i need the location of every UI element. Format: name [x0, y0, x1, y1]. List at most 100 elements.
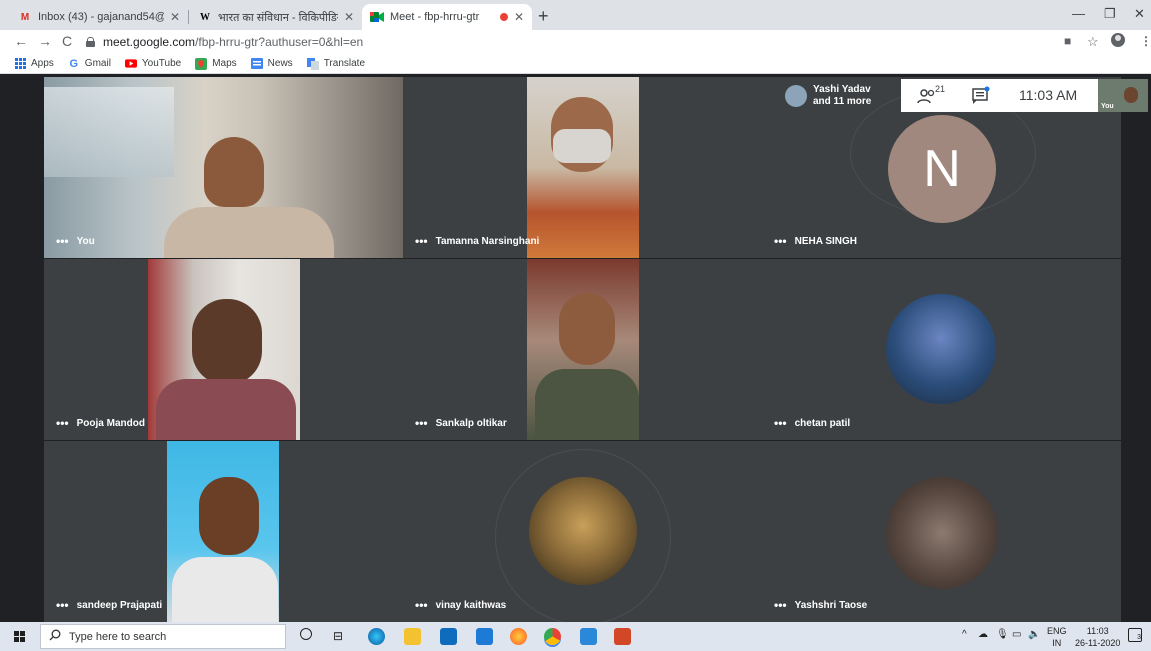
minimize-icon[interactable]: —	[1072, 6, 1085, 21]
person-head	[559, 293, 615, 365]
chrome-icon[interactable]	[544, 628, 561, 645]
new-tab-button[interactable]: +	[538, 6, 549, 27]
person-head	[199, 477, 259, 555]
participant-tile[interactable]: ••• vinay kaithwas	[403, 441, 762, 622]
onedrive-icon[interactable]: ☁	[978, 629, 988, 640]
system-clock[interactable]: 11:03 26-11-2020	[1075, 625, 1120, 649]
more-options-icon[interactable]: •••	[56, 416, 69, 430]
menu-kebab-icon[interactable]: ⋮	[1140, 34, 1151, 48]
participant-tile-self[interactable]: ••• You	[44, 77, 403, 258]
notification-count: 3	[1137, 634, 1141, 641]
avatar	[785, 84, 807, 107]
people-icon[interactable]	[917, 86, 937, 106]
google-icon: G	[69, 57, 79, 70]
bookmark-gmail[interactable]: G Gmail	[68, 58, 111, 70]
more-options-icon[interactable]: •••	[774, 598, 787, 612]
meet-icon	[370, 10, 384, 24]
participant-tile[interactable]: ••• Sankalp oltikar	[403, 259, 762, 440]
search-placeholder: Type here to search	[69, 630, 167, 643]
presenter-more: and 11 more	[813, 95, 872, 107]
profile-avatar-icon[interactable]	[1110, 32, 1126, 51]
photos-icon[interactable]	[580, 628, 597, 645]
bookmark-maps[interactable]: Maps	[195, 57, 237, 70]
participant-name: ••• Pooja Mandod	[56, 416, 145, 430]
camera-icon[interactable]: ■	[1064, 34, 1071, 48]
avatar	[886, 294, 996, 404]
volume-icon[interactable]: 🔈	[1028, 629, 1040, 640]
self-view-label: You	[1101, 103, 1114, 110]
forward-icon[interactable]: →	[38, 33, 52, 49]
participant-name: ••• sandeep Prajapati	[56, 598, 163, 612]
participant-tile[interactable]: ••• Tamanna Narsinghani	[403, 77, 762, 258]
bookmark-news[interactable]: News	[250, 58, 293, 70]
notifications-icon[interactable]: 3	[1128, 628, 1142, 642]
search-icon	[49, 629, 61, 644]
chat-icon[interactable]	[971, 86, 991, 106]
more-options-icon[interactable]: •••	[415, 598, 428, 612]
address-bar: ← → C meet.google.com/fbp-hrru-gtr?authu…	[0, 30, 1151, 54]
url-path: /fbp-hrru-gtr?authuser=0&hl=en	[195, 35, 364, 49]
participant-count: 21	[935, 84, 946, 94]
back-icon[interactable]: ←	[14, 33, 28, 49]
microphone-icon[interactable]: 🎙	[996, 629, 1009, 640]
show-hidden-icons-icon[interactable]: ^	[962, 629, 967, 640]
self-view-thumbnail[interactable]: You	[1098, 79, 1148, 112]
participant-tile[interactable]: ••• chetan patil	[762, 259, 1121, 440]
bookmark-apps[interactable]: Apps	[14, 58, 54, 70]
cortana-icon[interactable]	[300, 628, 312, 640]
face-mask	[553, 129, 611, 163]
bookmark-youtube[interactable]: YouTube	[124, 58, 182, 70]
firefox-icon[interactable]	[510, 628, 527, 645]
star-icon[interactable]: ☆	[1087, 34, 1099, 50]
windows-start-icon[interactable]	[14, 631, 26, 643]
tab-wikipedia[interactable]: W भारत का संविधान - विकिपीडिया ✕	[190, 4, 362, 30]
tab-gmail-inbox[interactable]: M Inbox (43) - gajanand54@gmail. ✕	[10, 4, 188, 30]
gmail-icon: M	[20, 11, 30, 23]
more-options-icon[interactable]: •••	[56, 234, 69, 248]
participant-name: ••• NEHA SINGH	[774, 234, 858, 248]
bookmark-translate[interactable]: Translate	[306, 57, 365, 70]
edge-icon[interactable]	[368, 628, 385, 645]
participant-tile[interactable]: ••• sandeep Prajapati	[44, 441, 403, 622]
bookmark-label: YouTube	[141, 58, 182, 69]
close-window-icon[interactable]: ✕	[1134, 6, 1145, 22]
close-tab-icon[interactable]: ✕	[514, 10, 524, 24]
more-options-icon[interactable]: •••	[774, 234, 787, 248]
participant-tile[interactable]: ••• Pooja Mandod	[44, 259, 403, 440]
news-icon	[250, 58, 263, 70]
avatar	[529, 477, 637, 585]
tab-meet[interactable]: Meet - fbp-hrru-gtr ✕	[362, 4, 532, 30]
file-explorer-icon[interactable]	[404, 628, 421, 645]
store-icon[interactable]	[440, 628, 457, 645]
mail-icon[interactable]	[476, 628, 493, 645]
person-body	[164, 207, 334, 258]
close-tab-icon[interactable]: ✕	[170, 10, 180, 24]
meet-info-panel: 21 11:03 AM	[901, 79, 1101, 112]
taskbar-search-input[interactable]: Type here to search	[40, 624, 286, 649]
task-view-icon[interactable]: ⊟	[333, 629, 343, 643]
avatar	[886, 477, 998, 589]
bookmark-label: Apps	[31, 58, 54, 69]
more-options-icon[interactable]: •••	[415, 234, 428, 248]
powerpoint-icon[interactable]	[614, 628, 631, 645]
wikipedia-icon: W	[200, 11, 210, 23]
reload-icon[interactable]: C	[62, 33, 72, 49]
more-options-icon[interactable]: •••	[56, 598, 69, 612]
presenter-indicator[interactable]: Yashi Yadav and 11 more	[779, 79, 901, 112]
url-host: meet.google.com	[103, 35, 196, 49]
more-options-icon[interactable]: •••	[415, 416, 428, 430]
participant-tile[interactable]: ••• Yashshri Taose	[762, 441, 1121, 622]
restore-icon[interactable]: ❐	[1104, 6, 1116, 22]
translate-icon	[306, 57, 319, 70]
youtube-icon	[124, 58, 137, 70]
windows-taskbar: Type here to search ⊟ ^ ☁ 🎙 ▭ 🔈 ENG IN 1…	[0, 622, 1151, 651]
participant-name: ••• Sankalp oltikar	[415, 416, 507, 430]
url-input[interactable]: meet.google.com/fbp-hrru-gtr?authuser=0&…	[86, 32, 1046, 52]
close-tab-icon[interactable]: ✕	[344, 10, 354, 24]
network-icon[interactable]: ▭	[1012, 629, 1021, 640]
meeting-clock: 11:03 AM	[1019, 87, 1078, 103]
tab-title: Meet - fbp-hrru-gtr	[390, 11, 480, 23]
more-options-icon[interactable]: •••	[774, 416, 787, 430]
language-indicator[interactable]: ENG IN	[1047, 625, 1067, 649]
presenter-name: Yashi Yadav	[813, 83, 871, 95]
